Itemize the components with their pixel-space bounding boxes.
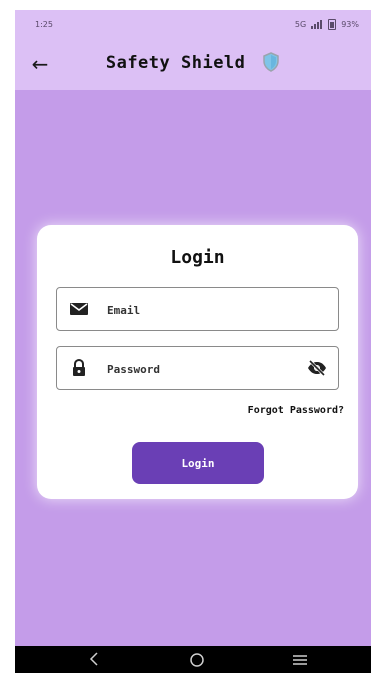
email-field[interactable]	[56, 287, 339, 331]
nav-back-icon[interactable]	[89, 652, 99, 666]
lock-icon	[73, 359, 85, 376]
password-field[interactable]	[56, 346, 339, 390]
navigation-bar	[15, 646, 371, 673]
mail-icon	[70, 303, 88, 315]
password-input[interactable]	[105, 357, 299, 381]
app-screen: 1:25 5G 93% ← Safety Shield Login Email …	[15, 10, 371, 673]
nav-home-icon[interactable]	[189, 652, 205, 668]
network-type: 5G	[294, 19, 307, 29]
status-time: 1:25	[35, 19, 53, 29]
app-bar: ← Safety Shield	[15, 38, 371, 90]
login-title: Login	[170, 247, 225, 268]
login-button[interactable]: Login	[132, 442, 264, 484]
app-title: Safety Shield	[105, 53, 246, 73]
forgot-password-link[interactable]: Forgot Password?	[248, 405, 344, 416]
battery-icon	[328, 18, 337, 30]
nav-recents-icon[interactable]	[292, 654, 308, 666]
login-card: Login Forgot Password?	[37, 225, 358, 499]
battery-level: 93%	[341, 19, 359, 29]
app-title-container: Safety Shield	[15, 52, 371, 73]
shield-icon	[263, 52, 279, 72]
signal-icon	[311, 19, 323, 29]
eye-off-icon[interactable]	[306, 359, 328, 377]
email-input[interactable]	[105, 298, 299, 322]
status-bar: 1:25 5G 93%	[15, 10, 371, 38]
